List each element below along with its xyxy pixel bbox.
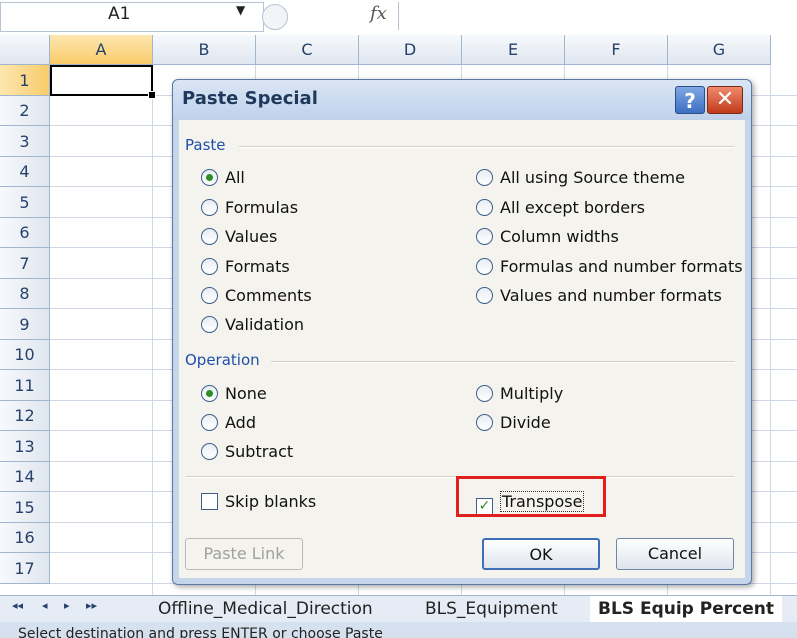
fill-handle[interactable]: [148, 91, 156, 99]
row-header-7[interactable]: 7: [0, 248, 50, 279]
radio-paste-comments[interactable]: Comments: [201, 286, 312, 305]
dialog-titlebar[interactable]: Paste Special ? ✕: [173, 80, 751, 120]
radio-paste-source-theme[interactable]: All using Source theme: [476, 168, 685, 187]
ok-button[interactable]: OK: [482, 538, 600, 570]
column-header-e[interactable]: E: [462, 35, 565, 65]
radio-icon: [201, 199, 218, 216]
row-header-17[interactable]: 17: [0, 553, 50, 584]
column-header-c[interactable]: C: [256, 35, 359, 65]
radio-icon: [476, 169, 493, 186]
radio-operation-subtract[interactable]: Subtract: [201, 442, 293, 461]
row-header-4[interactable]: 4: [0, 157, 50, 187]
paste-link-button[interactable]: Paste Link: [185, 538, 303, 570]
dialog-title: Paste Special: [182, 88, 318, 109]
name-box[interactable]: [0, 2, 264, 32]
radio-selected-icon: [201, 169, 218, 186]
row-header-14[interactable]: 14: [0, 462, 50, 492]
active-cell-a1[interactable]: [50, 65, 153, 96]
radio-icon: [476, 287, 493, 304]
formula-divider: [398, 2, 399, 30]
last-sheet-icon[interactable]: ▸▸: [86, 599, 97, 612]
radio-paste-values-number-formats[interactable]: Values and number formats: [476, 286, 722, 305]
row-header-2[interactable]: 2: [0, 96, 50, 126]
fx-icon[interactable]: fx: [370, 3, 387, 24]
sheet-tab-bls-equip-percent[interactable]: BLS Equip Percent: [590, 596, 782, 622]
radio-paste-formulas[interactable]: Formulas: [201, 198, 298, 217]
radio-icon: [201, 414, 218, 431]
radio-icon: [201, 443, 218, 460]
select-all-corner[interactable]: [0, 35, 50, 65]
sheet-tab-bar: ◂◂ ◂ ▸ ▸▸ Offline_Medical_Direction BLS_…: [0, 595, 797, 623]
chevron-down-icon[interactable]: ▼: [236, 3, 245, 17]
radio-paste-validation[interactable]: Validation: [201, 315, 304, 334]
row-header-11[interactable]: 11: [0, 370, 50, 401]
prev-sheet-icon[interactable]: ◂: [42, 599, 48, 612]
row-header-16[interactable]: 16: [0, 523, 50, 553]
cancel-button[interactable]: Cancel: [616, 538, 734, 570]
row-header-5[interactable]: 5: [0, 187, 50, 218]
row-header-9[interactable]: 9: [0, 309, 50, 340]
paste-group-divider: [239, 146, 735, 148]
column-gridline: [152, 65, 153, 595]
radio-paste-except-borders[interactable]: All except borders: [476, 198, 645, 217]
radio-icon: [201, 287, 218, 304]
status-text: Select destination and press ENTER or ch…: [18, 626, 383, 638]
column-header-b[interactable]: B: [153, 35, 256, 65]
radio-paste-all[interactable]: All: [201, 168, 245, 187]
radio-icon: [476, 258, 493, 275]
row-header-6[interactable]: 6: [0, 218, 50, 248]
row-header-10[interactable]: 10: [0, 340, 50, 370]
row-header-12[interactable]: 12: [0, 401, 50, 431]
row-header-1[interactable]: 1: [0, 65, 50, 96]
transpose-highlight-box: [456, 476, 606, 517]
radio-icon: [476, 228, 493, 245]
radio-icon: [476, 385, 493, 402]
radio-icon: [201, 228, 218, 245]
radio-operation-add[interactable]: Add: [201, 413, 256, 432]
column-header-g[interactable]: G: [668, 35, 771, 65]
column-header-d[interactable]: D: [359, 35, 462, 65]
status-bar: Select destination and press ENTER or ch…: [0, 622, 797, 638]
radio-operation-multiply[interactable]: Multiply: [476, 384, 563, 403]
first-sheet-icon[interactable]: ◂◂: [12, 599, 23, 612]
sheet-tab-bls-equipment[interactable]: BLS_Equipment: [425, 596, 558, 622]
radio-paste-formulas-number-formats[interactable]: Formulas and number formats: [476, 257, 743, 276]
row-header-13[interactable]: 13: [0, 431, 50, 462]
radio-icon: [201, 316, 218, 333]
radio-paste-formats[interactable]: Formats: [201, 257, 290, 276]
name-box-value: A1: [108, 4, 131, 24]
radio-paste-values[interactable]: Values: [201, 227, 277, 246]
column-gridline: [770, 65, 771, 595]
row-header-3[interactable]: 3: [0, 126, 50, 157]
radio-icon: [476, 199, 493, 216]
skip-blanks-checkbox[interactable]: Skip blanks: [201, 492, 316, 511]
radio-selected-icon: [201, 385, 218, 402]
radio-paste-column-widths[interactable]: Column widths: [476, 227, 619, 246]
column-header-a[interactable]: A: [50, 35, 153, 65]
column-header-f[interactable]: F: [565, 35, 668, 65]
formula-bar-expand-icon[interactable]: [262, 4, 288, 30]
radio-icon: [201, 258, 218, 275]
row-header-15[interactable]: 15: [0, 492, 50, 523]
row-header-8[interactable]: 8: [0, 279, 50, 309]
sheet-tab-offline-medical-direction[interactable]: Offline_Medical_Direction: [158, 596, 373, 622]
formula-bar: A1 ▼ fx: [0, 0, 797, 34]
close-button[interactable]: ✕: [707, 86, 743, 114]
paste-group-label: Paste: [185, 136, 226, 154]
radio-icon: [476, 414, 493, 431]
radio-operation-divide[interactable]: Divide: [476, 413, 551, 432]
radio-operation-none[interactable]: None: [201, 384, 267, 403]
operation-group-label: Operation: [185, 351, 260, 369]
help-button[interactable]: ?: [675, 86, 705, 114]
operation-group-divider: [271, 361, 735, 363]
next-sheet-icon[interactable]: ▸: [64, 599, 70, 612]
checkbox-icon: [201, 493, 218, 510]
